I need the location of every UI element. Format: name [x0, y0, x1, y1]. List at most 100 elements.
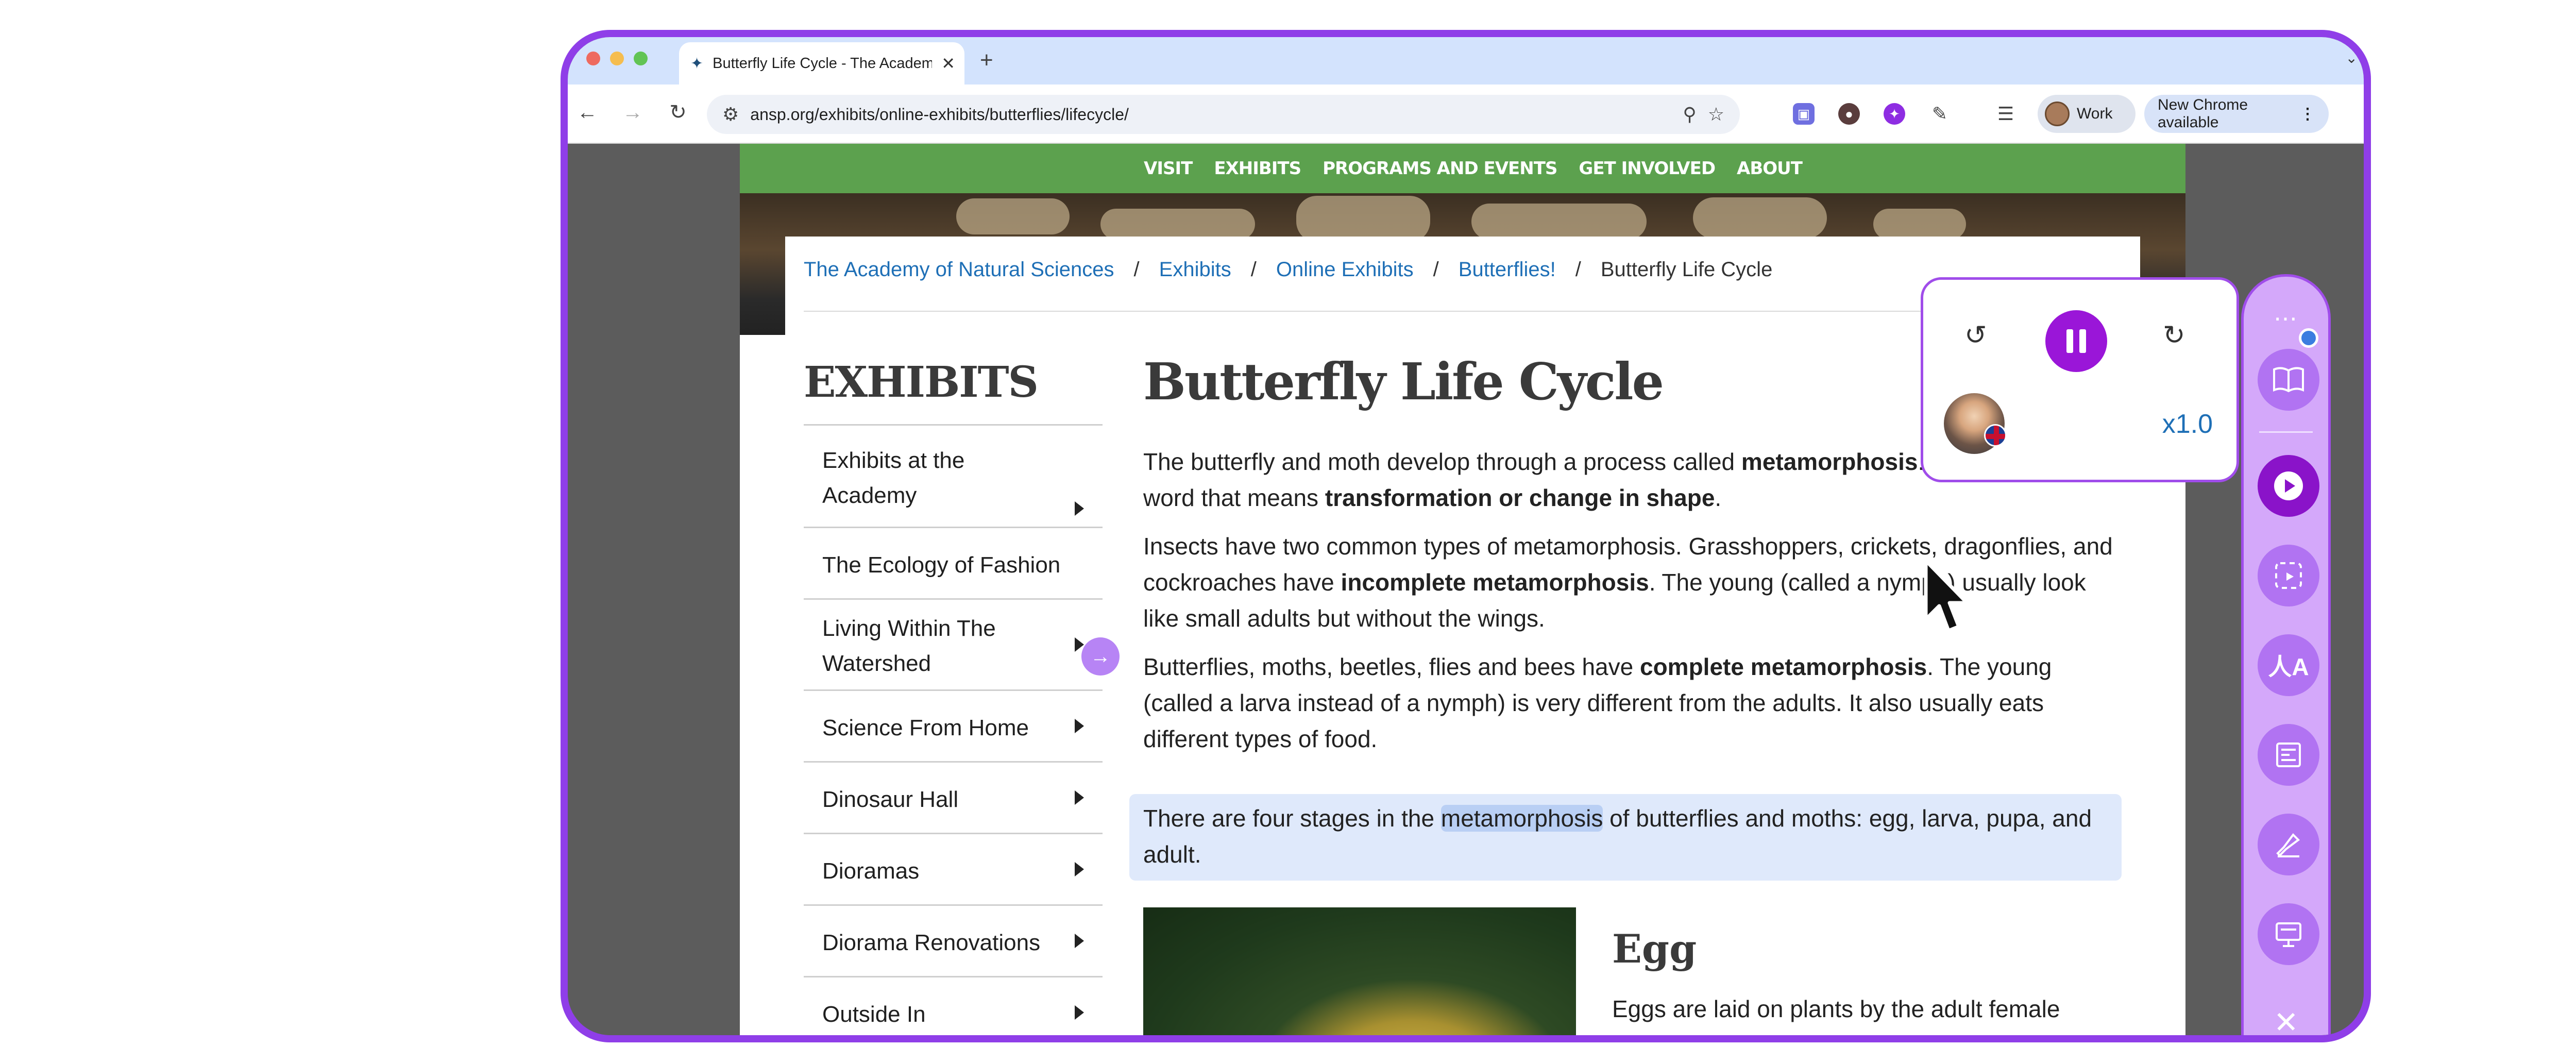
- book-icon[interactable]: [2258, 349, 2319, 411]
- sidebar-item[interactable]: Outside In: [804, 976, 1103, 1035]
- sidebar-item[interactable]: The Ecology of Fashion: [804, 527, 1103, 598]
- maximize-window-button[interactable]: [634, 52, 648, 65]
- browser-window: ✦ Butterfly Life Cycle - The Academy ✕ +…: [568, 37, 2364, 1035]
- mouse-cursor-icon: [1924, 559, 1969, 633]
- more-menu-icon[interactable]: ⋮: [2300, 105, 2315, 123]
- paragraph-highlighted: There are four stages in the metamorphos…: [1143, 805, 2092, 868]
- profile-label: Work: [2077, 105, 2113, 122]
- sidebar-title: EXHIBITS: [804, 358, 1039, 407]
- back-button[interactable]: ←: [573, 98, 602, 127]
- screenshot-root: ✦ Butterfly Life Cycle - The Academy ✕ +…: [0, 0, 2576, 1063]
- presentation-icon[interactable]: [2258, 903, 2319, 965]
- close-window-button[interactable]: [586, 52, 600, 65]
- new-tab-button[interactable]: +: [980, 47, 993, 73]
- minimize-window-button[interactable]: [610, 52, 624, 65]
- nav-programs[interactable]: PROGRAMS AND EVENTS: [1323, 158, 1557, 179]
- tab-title: Butterfly Life Cycle - The Academy: [713, 55, 933, 72]
- sidebar-item[interactable]: Exhibits at the Academy: [804, 424, 1103, 527]
- breadcrumb-separator: /: [1433, 258, 1439, 281]
- window-frame: ✦ Butterfly Life Cycle - The Academy ✕ +…: [561, 30, 2371, 1042]
- favicon-icon: ✦: [690, 55, 704, 72]
- close-icon[interactable]: ✕: [2274, 1005, 2299, 1035]
- site-info-icon[interactable]: ⚙: [722, 104, 739, 125]
- sidebar-item-label: The Ecology of Fashion: [822, 552, 1061, 578]
- reader-extension-icon[interactable]: ✦: [1884, 103, 1905, 125]
- pause-button[interactable]: [2045, 310, 2107, 372]
- breadcrumb-link[interactable]: Butterflies!: [1459, 258, 1556, 281]
- expand-arrow-icon[interactable]: [1075, 1005, 1084, 1020]
- screen-capture-icon[interactable]: [2258, 545, 2319, 606]
- sidebar-item[interactable]: Diorama Renovations: [804, 904, 1103, 976]
- page-title: Butterfly Life Cycle: [1143, 352, 1664, 412]
- zoom-icon[interactable]: ⚲: [1683, 104, 1696, 125]
- url-text: ansp.org/exhibits/online-exhibits/butter…: [750, 105, 1129, 124]
- breadcrumb: The Academy of Natural Sciences / Exhibi…: [804, 258, 1772, 281]
- reload-button[interactable]: ↻: [664, 98, 692, 127]
- tab-close-icon[interactable]: ✕: [941, 54, 955, 73]
- breadcrumb-separator: /: [1133, 258, 1140, 281]
- section-title: Egg: [1612, 926, 1697, 972]
- section-text: Eggs are laid on plants by the adult fem…: [1612, 995, 2060, 1022]
- expand-arrow-icon[interactable]: [1075, 719, 1084, 733]
- breadcrumb-separator: /: [1575, 258, 1581, 281]
- paragraph: Butterflies, moths, beetles, flies and b…: [1143, 653, 2052, 752]
- sidebar-item[interactable]: Living Within The Watershed: [804, 598, 1103, 689]
- uk-flag-icon: [1984, 424, 2007, 447]
- sidebar-item-label: Living Within The Watershed: [822, 616, 996, 676]
- paragraph: Insects have two common types of metamor…: [1143, 533, 2113, 632]
- play-icon[interactable]: [2258, 455, 2319, 517]
- expand-arrow-icon[interactable]: [1075, 790, 1084, 805]
- address-bar[interactable]: ⚙ ansp.org/exhibits/online-exhibits/butt…: [707, 95, 1740, 134]
- apps-grid-icon[interactable]: ⋯: [2274, 305, 2298, 332]
- reader-side-toolbar: ⋯ 人A ✕: [2241, 274, 2331, 1035]
- nav-visit[interactable]: VISIT: [1144, 158, 1193, 179]
- sidebar-item-label: Diorama Renovations: [822, 930, 1041, 955]
- breadcrumb-separator: /: [1250, 258, 1257, 281]
- bookmark-star-icon[interactable]: ☆: [1708, 104, 1724, 125]
- divider: [2259, 431, 2313, 433]
- player-popup: ↺ ↻ x1.0: [1921, 277, 2239, 482]
- extension-icon[interactable]: ▣: [1793, 103, 1815, 125]
- sidebar-item-label: Dioramas: [822, 858, 920, 884]
- egg-photo: [1143, 907, 1576, 1035]
- avatar: [2045, 102, 2070, 126]
- update-chrome-button[interactable]: New Chrome available ⋮: [2144, 95, 2329, 133]
- current-word-highlight: metamorphosis: [1440, 805, 1603, 832]
- media-controls-icon[interactable]: ☰: [1995, 103, 2016, 125]
- sidebar-item-label: Science From Home: [822, 715, 1029, 740]
- forward-button[interactable]: →: [618, 98, 647, 127]
- extension-icon[interactable]: ●: [1838, 103, 1860, 125]
- sidebar-item[interactable]: Science From Home: [804, 689, 1103, 761]
- tab-active[interactable]: ✦ Butterfly Life Cycle - The Academy ✕: [679, 42, 964, 85]
- site-navigation: VISIT EXHIBITS PROGRAMS AND EVENTS GET I…: [740, 144, 2185, 193]
- read-from-here-button[interactable]: →: [1081, 637, 1120, 676]
- voice-avatar[interactable]: [1944, 393, 2007, 454]
- reading-mode-icon[interactable]: [2258, 724, 2319, 786]
- breadcrumb-link[interactable]: The Academy of Natural Sciences: [804, 258, 1114, 281]
- nav-about[interactable]: ABOUT: [1737, 158, 1803, 179]
- notification-dot: [2299, 328, 2318, 348]
- forward-skip-icon[interactable]: ↻: [2163, 320, 2185, 351]
- browser-toolbar: ← → ↻ ⚙ ansp.org/exhibits/online-exhibit…: [568, 85, 2364, 144]
- sidebar-item[interactable]: Dinosaur Hall: [804, 761, 1103, 833]
- sidebar-item-label: Outside In: [822, 1002, 926, 1027]
- breadcrumb-current: Butterfly Life Cycle: [1600, 258, 1773, 281]
- translate-icon[interactable]: 人A: [2258, 634, 2319, 696]
- expand-arrow-icon[interactable]: [1075, 501, 1084, 516]
- rewind-icon[interactable]: ↺: [1964, 320, 1987, 351]
- sidebar-item[interactable]: Dioramas: [804, 833, 1103, 904]
- tab-search-chevron-icon[interactable]: ⌄: [2346, 49, 2358, 66]
- speed-control[interactable]: x1.0: [2162, 409, 2213, 440]
- extensions-puzzle-icon[interactable]: ✎: [1929, 103, 1951, 125]
- tab-strip: ✦ Butterfly Life Cycle - The Academy ✕ +…: [568, 37, 2364, 85]
- update-label: New Chrome available: [2158, 96, 2248, 131]
- highlighter-icon[interactable]: [2258, 814, 2319, 875]
- breadcrumb-link[interactable]: Exhibits: [1159, 258, 1231, 281]
- expand-arrow-icon[interactable]: [1075, 862, 1084, 876]
- sidebar-item-label: Exhibits at the Academy: [822, 448, 965, 508]
- expand-arrow-icon[interactable]: [1075, 934, 1084, 948]
- nav-exhibits[interactable]: EXHIBITS: [1214, 158, 1301, 179]
- breadcrumb-link[interactable]: Online Exhibits: [1276, 258, 1414, 281]
- nav-get-involved[interactable]: GET INVOLVED: [1579, 158, 1716, 179]
- profile-button[interactable]: Work: [2038, 95, 2136, 133]
